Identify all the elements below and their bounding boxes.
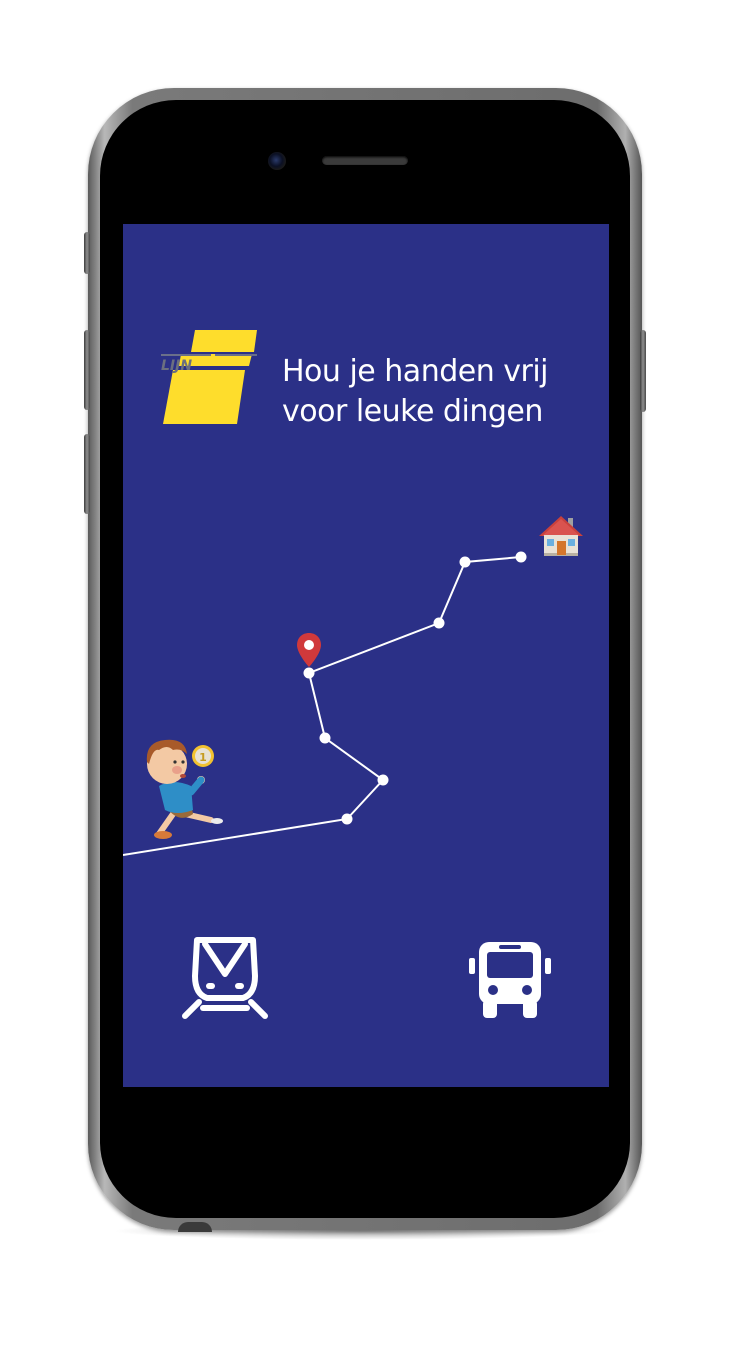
earpiece-speaker xyxy=(322,156,408,165)
power-button xyxy=(640,330,646,412)
map-pin-icon xyxy=(297,633,321,667)
route-stop xyxy=(433,617,445,629)
mute-switch xyxy=(84,232,90,274)
coin-label: 1 xyxy=(199,751,207,764)
house-icon xyxy=(539,516,583,556)
volume-down-button xyxy=(84,434,90,514)
tram-button[interactable] xyxy=(181,936,269,1020)
bus-icon xyxy=(469,942,551,1018)
route-stop xyxy=(341,813,353,825)
tram-icon xyxy=(182,937,268,1019)
front-camera xyxy=(268,152,286,170)
route-stop xyxy=(515,551,527,563)
app-screen: LIJN Hou je handen vrij voor leuke dinge… xyxy=(123,224,609,1087)
route-stop xyxy=(319,732,331,744)
running-child-illustration: 1 xyxy=(146,739,223,839)
route-stop xyxy=(303,667,315,679)
route-stop xyxy=(377,774,389,786)
home-button-edge xyxy=(178,1222,212,1232)
bus-button[interactable] xyxy=(469,940,551,1020)
route-stop xyxy=(459,556,471,568)
volume-up-button xyxy=(84,330,90,410)
